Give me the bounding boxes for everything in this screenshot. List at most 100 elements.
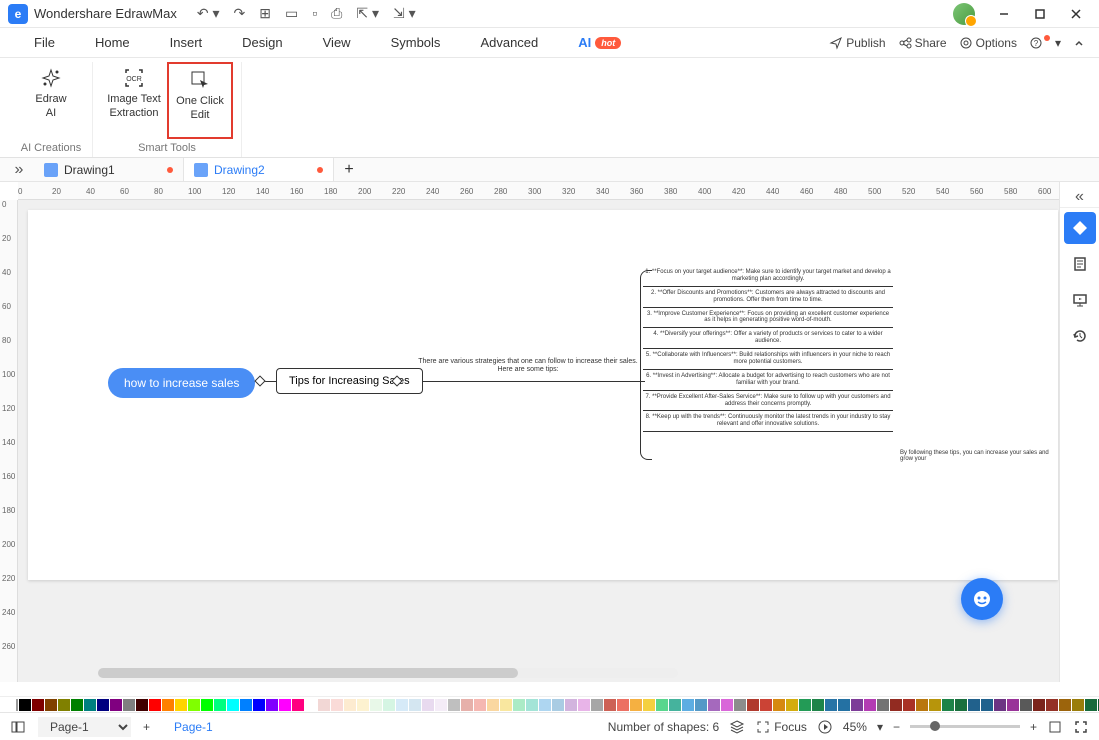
color-swatch[interactable] xyxy=(357,699,369,711)
color-swatch[interactable] xyxy=(643,699,655,711)
color-swatch[interactable] xyxy=(773,699,785,711)
collapse-ribbon-button[interactable] xyxy=(1073,37,1085,49)
color-swatch[interactable] xyxy=(110,699,122,711)
color-swatch[interactable] xyxy=(812,699,824,711)
close-button[interactable] xyxy=(1061,3,1091,25)
presentation-panel-button[interactable] xyxy=(1064,284,1096,316)
color-swatch[interactable] xyxy=(708,699,720,711)
color-swatch[interactable] xyxy=(513,699,525,711)
color-swatch[interactable] xyxy=(175,699,187,711)
color-swatch[interactable] xyxy=(890,699,902,711)
help-button[interactable]: ?▾ xyxy=(1029,36,1061,50)
maximize-button[interactable] xyxy=(1025,3,1055,25)
menu-view[interactable]: View xyxy=(303,35,371,50)
zoom-out-button[interactable]: − xyxy=(893,720,900,734)
canvas-area[interactable]: how to increase sales Tips for Increasin… xyxy=(18,200,1059,682)
color-swatch[interactable] xyxy=(266,699,278,711)
color-swatch[interactable] xyxy=(19,699,31,711)
color-swatch[interactable] xyxy=(656,699,668,711)
publish-button[interactable]: Publish xyxy=(829,36,885,50)
collapse-panel-button[interactable]: « xyxy=(1060,186,1099,208)
fit-page-button[interactable] xyxy=(1047,719,1063,735)
menu-file[interactable]: File xyxy=(14,35,75,50)
zoom-in-button[interactable]: + xyxy=(1030,720,1037,734)
color-swatch[interactable] xyxy=(1046,699,1058,711)
share-button[interactable]: Share xyxy=(898,36,947,50)
color-swatch[interactable] xyxy=(1059,699,1071,711)
style-panel-button[interactable] xyxy=(1064,212,1096,244)
color-swatch[interactable] xyxy=(71,699,83,711)
color-swatch[interactable] xyxy=(877,699,889,711)
one-click-edit-button[interactable]: One Click Edit xyxy=(167,62,233,139)
mindmap-tip-item[interactable]: 7. **Provide Excellent After-Sales Servi… xyxy=(643,391,893,412)
color-swatch[interactable] xyxy=(487,699,499,711)
color-swatch[interactable] xyxy=(721,699,733,711)
color-swatch[interactable] xyxy=(760,699,772,711)
color-swatch[interactable] xyxy=(227,699,239,711)
image-text-extraction-button[interactable]: OCR Image Text Extraction xyxy=(101,62,167,139)
edraw-ai-button[interactable]: Edraw AI xyxy=(18,62,84,139)
minimize-button[interactable] xyxy=(989,3,1019,25)
color-swatch[interactable] xyxy=(526,699,538,711)
color-swatch[interactable] xyxy=(461,699,473,711)
color-swatch[interactable] xyxy=(500,699,512,711)
options-button[interactable]: Options xyxy=(959,36,1017,50)
color-swatch[interactable] xyxy=(929,699,941,711)
color-swatch[interactable] xyxy=(1007,699,1019,711)
color-swatch[interactable] xyxy=(149,699,161,711)
color-swatch[interactable] xyxy=(981,699,993,711)
color-swatch[interactable] xyxy=(422,699,434,711)
color-swatch[interactable] xyxy=(591,699,603,711)
fullscreen-button[interactable] xyxy=(1073,719,1089,735)
color-swatch[interactable] xyxy=(136,699,148,711)
color-swatch[interactable] xyxy=(669,699,681,711)
color-swatch[interactable] xyxy=(864,699,876,711)
doc-tab-drawing1[interactable]: Drawing1 xyxy=(34,158,184,181)
new-icon[interactable]: ⊞ xyxy=(259,5,271,22)
color-swatch[interactable] xyxy=(279,699,291,711)
scrollbar-thumb[interactable] xyxy=(98,668,518,678)
color-swatch[interactable] xyxy=(682,699,694,711)
mindmap-tip-item[interactable]: 8. **Keep up with the trends**: Continuo… xyxy=(643,411,893,432)
color-swatch[interactable] xyxy=(942,699,954,711)
open-icon[interactable]: ▭ xyxy=(285,5,298,22)
color-swatch[interactable] xyxy=(344,699,356,711)
color-swatch[interactable] xyxy=(799,699,811,711)
color-swatch[interactable] xyxy=(903,699,915,711)
undo-icon[interactable]: ↶ ▾ xyxy=(197,5,220,22)
user-avatar[interactable] xyxy=(953,3,975,25)
menu-ai[interactable]: AIhot xyxy=(558,35,641,50)
export-icon[interactable]: ⇱ ▾ xyxy=(356,5,379,22)
color-swatch[interactable] xyxy=(318,699,330,711)
color-swatch[interactable] xyxy=(32,699,44,711)
play-button[interactable] xyxy=(817,719,833,735)
zoom-dropdown-icon[interactable]: ▾ xyxy=(877,720,883,734)
color-swatch[interactable] xyxy=(123,699,135,711)
layers-button[interactable] xyxy=(729,719,745,735)
mindmap-description[interactable]: There are various strategies that one ca… xyxy=(413,358,643,375)
mindmap-tip-item[interactable]: 6. **Invest in Advertising**: Allocate a… xyxy=(643,370,893,391)
mindmap-tip-item[interactable]: 4. **Diversify your offerings**: Offer a… xyxy=(643,328,893,349)
mindmap-follow-text[interactable]: By following these tips, you can increas… xyxy=(900,450,1058,462)
page-panel-button[interactable] xyxy=(1064,248,1096,280)
color-swatch[interactable] xyxy=(838,699,850,711)
color-swatch[interactable] xyxy=(45,699,57,711)
color-swatch[interactable] xyxy=(539,699,551,711)
no-fill-swatch[interactable] xyxy=(16,699,18,711)
page-dropdown[interactable]: Page-1 xyxy=(38,717,131,737)
menu-symbols[interactable]: Symbols xyxy=(371,35,461,50)
color-swatch[interactable] xyxy=(201,699,213,711)
color-swatch[interactable] xyxy=(825,699,837,711)
page-tab[interactable]: Page-1 xyxy=(162,720,225,734)
color-swatch[interactable] xyxy=(747,699,759,711)
focus-button[interactable]: Focus xyxy=(755,719,807,735)
color-swatch[interactable] xyxy=(1085,699,1097,711)
color-swatch[interactable] xyxy=(162,699,174,711)
outline-toggle-button[interactable] xyxy=(10,719,26,735)
save-icon[interactable]: ▫ xyxy=(312,5,317,22)
color-swatch[interactable] xyxy=(786,699,798,711)
mindmap-tip-item[interactable]: 2. **Offer Discounts and Promotions**: C… xyxy=(643,287,893,308)
color-swatch[interactable] xyxy=(994,699,1006,711)
color-swatch[interactable] xyxy=(695,699,707,711)
color-swatch[interactable] xyxy=(448,699,460,711)
